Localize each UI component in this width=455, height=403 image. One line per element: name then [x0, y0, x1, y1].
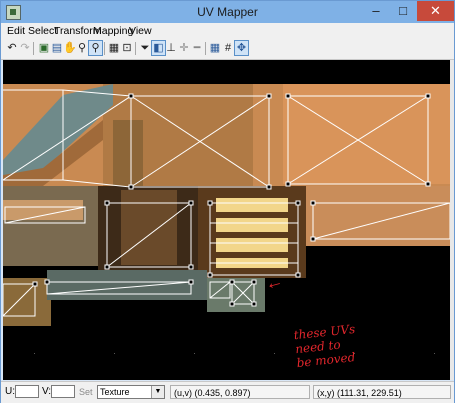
uv-vertex[interactable] — [251, 301, 257, 307]
uv-vertex[interactable] — [188, 264, 194, 270]
menu-edit[interactable]: Edit — [7, 24, 25, 38]
center-icon[interactable]: ✥ — [234, 40, 249, 56]
texture-region — [121, 190, 177, 265]
toolbar: ↶ ↷ ▣ ▤ ✋ ⚲ ⚲ ▦ ⊡ ⏷ ◧ ⊥ ✛ ━ ▦ # ✥ — [1, 39, 454, 60]
uv-vertex[interactable] — [310, 236, 316, 242]
select-icon[interactable]: ▣ — [37, 41, 51, 55]
menu-view[interactable]: View — [129, 24, 152, 38]
uv-vertex[interactable] — [207, 200, 213, 206]
texture-region — [216, 218, 288, 232]
snap-grid-icon[interactable]: # — [221, 41, 235, 55]
uv-vertex[interactable] — [128, 184, 134, 190]
set-button[interactable]: Set — [79, 385, 95, 399]
texture-region — [3, 278, 51, 326]
uv-vertex[interactable] — [425, 181, 431, 187]
uv-vertex[interactable] — [425, 93, 431, 99]
uv-mapper-window: UV Mapper – □ ✕ Edit Select Transform Ma… — [0, 0, 455, 403]
undo-icon[interactable]: ↶ — [5, 41, 19, 55]
zoom-fit-icon[interactable]: ⚲ — [88, 40, 103, 56]
uv-vertex[interactable] — [266, 184, 272, 190]
plus-icon[interactable]: ✛ — [177, 41, 191, 55]
menu-select[interactable]: Select — [28, 24, 57, 38]
texture-region — [113, 120, 143, 186]
xy-coordinate-readout: (x,y) (111.31, 229.51) — [313, 385, 451, 399]
toolbar-separator — [104, 42, 105, 55]
title-bar[interactable]: UV Mapper – □ ✕ — [1, 1, 454, 23]
mode-select-value: Texture — [100, 387, 130, 397]
close-button[interactable]: ✕ — [417, 1, 454, 21]
uv-vertex[interactable] — [229, 279, 235, 285]
vertical-scrollbar[interactable] — [450, 60, 454, 380]
menu-mapping[interactable]: Mapping — [93, 24, 133, 38]
texture-region — [47, 270, 207, 300]
filter-icon[interactable]: ⏷ — [138, 41, 152, 55]
uv-vertex[interactable] — [266, 93, 272, 99]
uv-coordinate-readout: (u,v) (0.435, 0.897) — [170, 385, 310, 399]
zoom-icon[interactable]: ⚲ — [75, 41, 89, 55]
u-field[interactable] — [15, 385, 39, 398]
texture-region — [283, 84, 450, 184]
menu-bar: Edit Select Transform Mapping View — [1, 23, 454, 39]
texture-region — [216, 198, 288, 212]
uv-canvas[interactable]: these UVs need to be moved ← — [3, 60, 450, 380]
redo-icon[interactable]: ↷ — [18, 41, 32, 55]
move-icon[interactable]: ▤ — [50, 41, 64, 55]
u-label: U: — [5, 386, 15, 397]
uv-vertex[interactable] — [104, 200, 110, 206]
uv-vertex[interactable] — [229, 301, 235, 307]
v-field[interactable] — [51, 385, 75, 398]
v-label: V: — [42, 386, 52, 397]
chevron-down-icon[interactable]: ▼ — [151, 386, 164, 398]
minimize-button[interactable]: – — [363, 1, 389, 21]
maximize-button[interactable]: □ — [390, 1, 416, 21]
align-icon[interactable]: ⊥ — [164, 41, 178, 55]
texture-region — [216, 238, 288, 252]
uv-vertex[interactable] — [251, 279, 257, 285]
fit-icon[interactable]: ⊡ — [120, 41, 134, 55]
uv-vertex[interactable] — [285, 93, 291, 99]
texture-region — [3, 186, 98, 266]
uv-vertex[interactable] — [104, 264, 110, 270]
uv-vertex[interactable] — [32, 281, 38, 287]
uv-vertex[interactable] — [285, 181, 291, 187]
status-bar: U: V: Set Texture ▼ (u,v) (0.435, 0.897)… — [1, 381, 454, 403]
box-icon[interactable]: ▦ — [107, 41, 121, 55]
uv-vertex[interactable] — [310, 200, 316, 206]
toolbar-separator — [205, 42, 206, 55]
toolbar-separator — [33, 42, 34, 55]
uv-vertex[interactable] — [295, 200, 301, 206]
uv-vertex[interactable] — [295, 272, 301, 278]
texture-region — [306, 186, 450, 246]
minus-icon[interactable]: ━ — [190, 41, 204, 55]
mode-select[interactable]: Texture ▼ — [97, 385, 165, 399]
uv-vertex[interactable] — [188, 200, 194, 206]
grid-icon[interactable]: ▦ — [208, 41, 222, 55]
uv-vertex[interactable] — [44, 279, 50, 285]
uv-vertex[interactable] — [188, 279, 194, 285]
uv-vertex[interactable] — [128, 93, 134, 99]
toolbar-separator — [135, 42, 136, 55]
uv-vertex[interactable] — [207, 272, 213, 278]
